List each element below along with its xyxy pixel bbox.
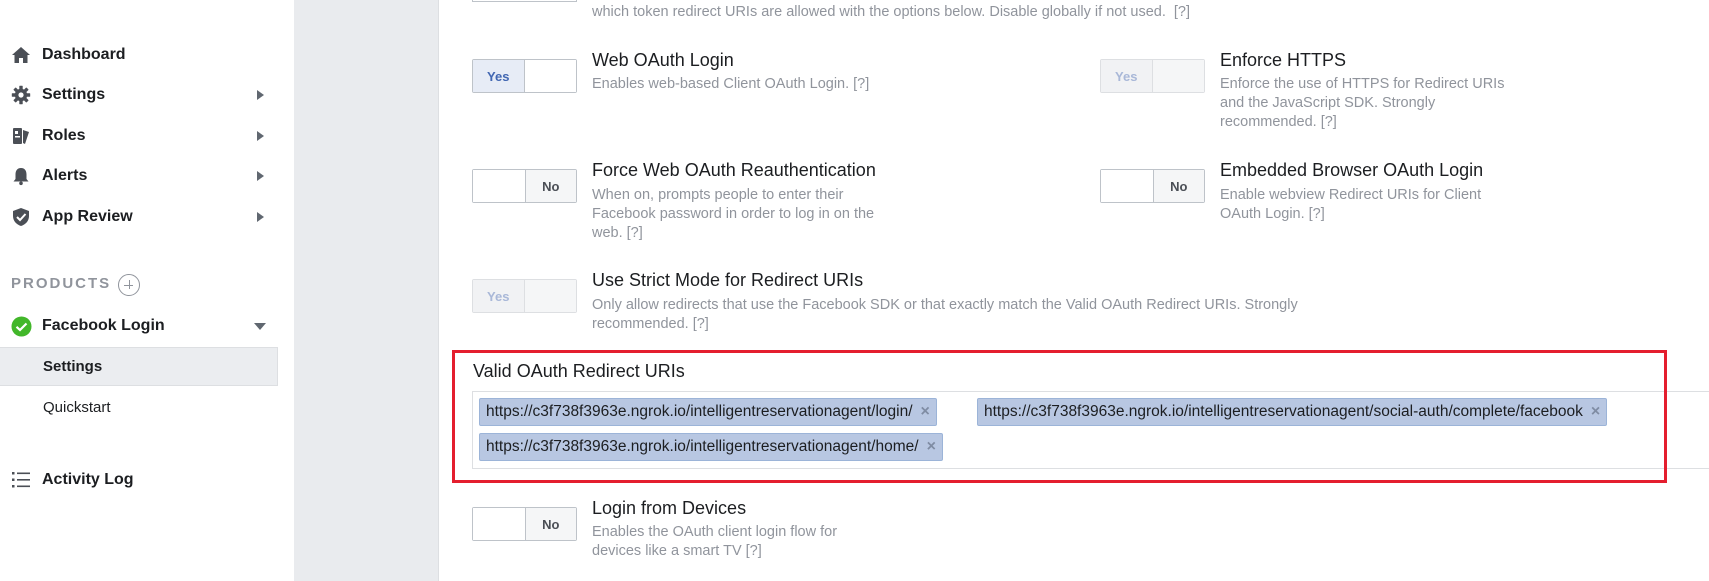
strict-mode-desc: Only allow redirects that use the Facebo… xyxy=(592,297,1298,332)
toggle-no: No xyxy=(524,170,576,202)
embedded-browser-desc: Enable webview Redirect URIs for Client … xyxy=(1220,187,1482,222)
web-oauth-login-title: Web OAuth Login xyxy=(592,50,734,70)
help-link[interactable]: [?] xyxy=(693,316,709,332)
help-link[interactable]: [?] xyxy=(1309,206,1325,222)
sidebar: Dashboard Settings Roles Alerts App Revi… xyxy=(0,0,294,581)
strict-mode-title: Use Strict Mode for Redirect URIs xyxy=(592,270,864,290)
force-reauth-toggle[interactable]: No xyxy=(472,169,577,203)
help-link[interactable]: [?] xyxy=(746,543,762,559)
sidebar-item-alerts[interactable]: Alerts xyxy=(0,156,294,196)
toggle-off-side xyxy=(524,60,576,92)
home-icon xyxy=(10,44,32,66)
help-link[interactable]: [?] xyxy=(1321,114,1337,130)
toggle-yes: Yes xyxy=(1101,60,1153,92)
gear-icon xyxy=(10,84,32,106)
embedded-browser-title: Embedded Browser OAuth Login xyxy=(1220,160,1484,180)
sidebar-item-label: Alerts xyxy=(42,167,88,184)
sidebar-item-facebook-login[interactable]: Facebook Login xyxy=(0,306,294,346)
toggle-yes: Yes xyxy=(473,60,525,92)
toggle-no: No xyxy=(1152,170,1204,202)
chevron-right-icon xyxy=(257,90,264,100)
web-oauth-login-toggle[interactable]: Yes xyxy=(472,59,577,93)
sidebar-item-label: Roles xyxy=(42,127,86,144)
toggle-off-side xyxy=(1152,60,1204,92)
help-link[interactable]: [?] xyxy=(627,225,643,241)
bell-icon xyxy=(10,165,32,187)
sidebar-item-settings[interactable]: Settings xyxy=(0,75,294,115)
sidebar-item-label: Facebook Login xyxy=(42,317,165,334)
shield-check-icon xyxy=(10,206,32,228)
enforce-https-toggle: Yes xyxy=(1100,59,1205,93)
partial-description: which token redirect URIs are allowed wi… xyxy=(592,4,1191,20)
sidebar-subitem-quickstart[interactable]: Quickstart xyxy=(0,388,278,427)
force-reauth-title: Force Web OAuth Reauthentication xyxy=(592,160,876,180)
sidebar-item-label: Settings xyxy=(42,86,106,103)
toggle-on-side xyxy=(1101,170,1153,202)
force-reauth-desc: When on, prompts people to enter their F… xyxy=(592,187,875,241)
chevron-right-icon xyxy=(257,171,264,181)
login-devices-title: Login from Devices xyxy=(592,498,747,518)
settings-panel: which token redirect URIs are allowed wi… xyxy=(440,0,1709,581)
toggle-yes: Yes xyxy=(473,280,525,312)
login-devices-toggle[interactable]: No xyxy=(472,507,577,541)
chevron-right-icon xyxy=(257,131,264,141)
help-link[interactable]: [?] xyxy=(1174,4,1190,20)
help-link[interactable]: [?] xyxy=(853,76,869,92)
toggle-no: No xyxy=(524,508,576,540)
web-oauth-login-desc: Enables web-based Client OAuth Login. [?] xyxy=(592,76,870,92)
list-icon xyxy=(10,469,32,491)
embedded-browser-toggle[interactable]: No xyxy=(1100,169,1205,203)
sidebar-item-label: Activity Log xyxy=(42,471,134,488)
enforce-https-desc: Enforce the use of HTTPS for Redirect UR… xyxy=(1220,76,1505,130)
strict-mode-toggle: Yes xyxy=(472,279,577,313)
add-product-icon[interactable] xyxy=(118,274,140,296)
content-gutter xyxy=(294,0,439,581)
sidebar-subitem-settings[interactable]: Settings xyxy=(0,347,278,386)
sidebar-item-label: Dashboard xyxy=(42,46,126,63)
toggle-on-side xyxy=(473,170,525,202)
products-header: PRODUCTS xyxy=(11,275,112,292)
toggle-off-side xyxy=(524,280,576,312)
roles-icon xyxy=(10,125,32,147)
login-devices-desc: Enables the OAuth client login flow for … xyxy=(592,524,838,559)
enforce-https-title: Enforce HTTPS xyxy=(1220,50,1347,70)
highlight-box xyxy=(452,350,1667,483)
sidebar-item-roles[interactable]: Roles xyxy=(0,116,294,156)
toggle-partial[interactable] xyxy=(472,0,577,2)
toggle-on-side xyxy=(473,508,525,540)
sidebar-item-app-review[interactable]: App Review xyxy=(0,197,294,237)
sidebar-item-label: App Review xyxy=(42,208,133,225)
sidebar-item-dashboard[interactable]: Dashboard xyxy=(0,35,294,75)
check-circle-icon xyxy=(10,315,32,337)
chevron-right-icon xyxy=(257,212,264,222)
chevron-down-icon xyxy=(254,322,266,330)
app-root: Dashboard Settings Roles Alerts App Revi… xyxy=(0,0,1709,581)
sidebar-item-activity-log[interactable]: Activity Log xyxy=(0,460,294,500)
